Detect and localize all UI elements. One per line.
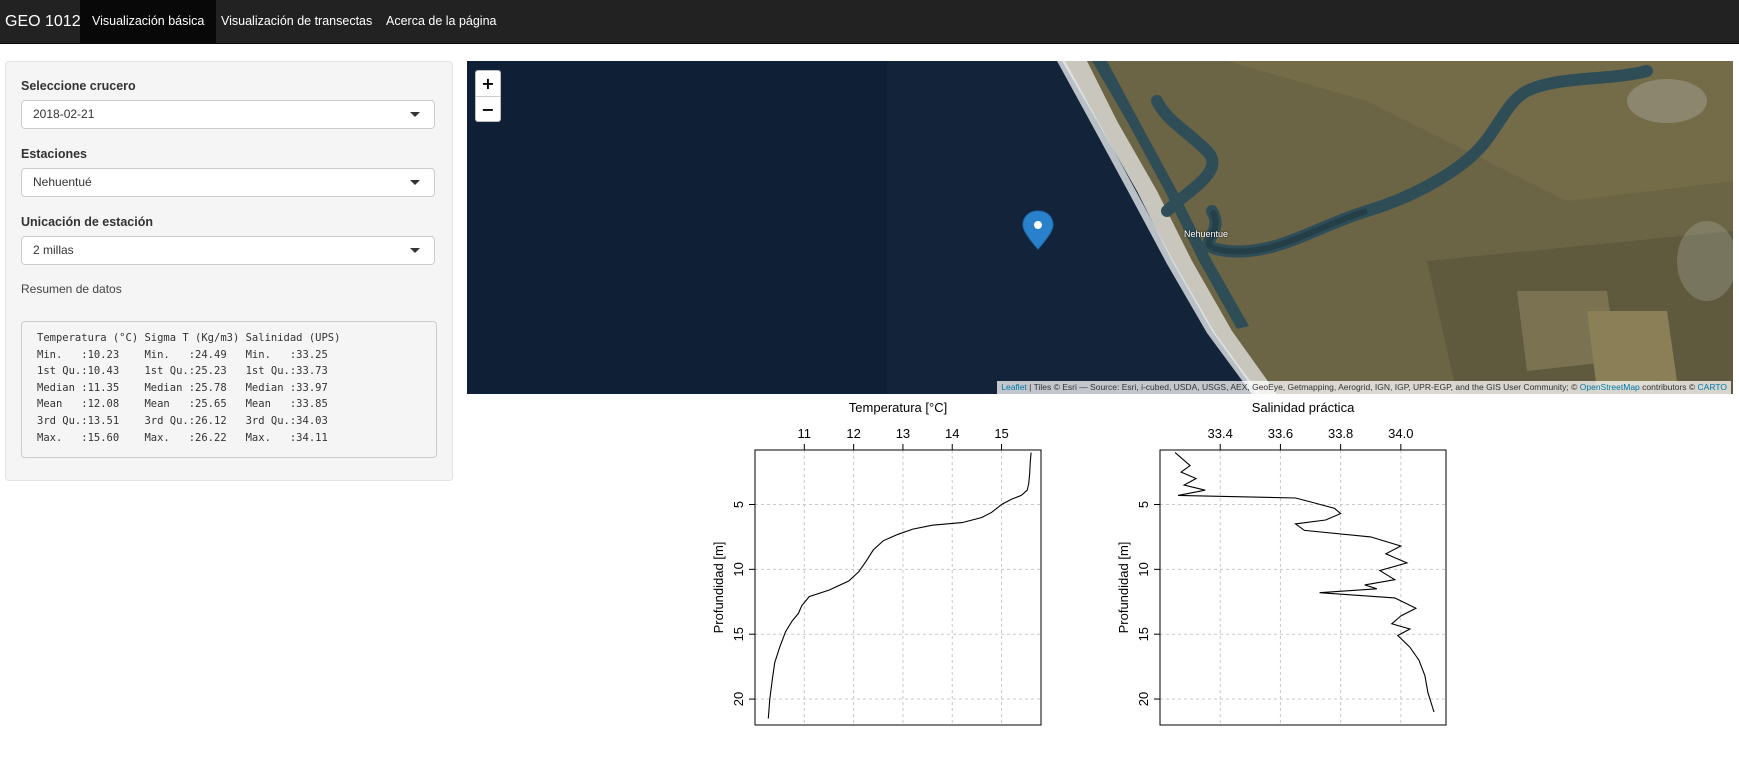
x-tick-label: 12 [846, 426, 860, 441]
tab-visualizacion-transectas[interactable]: Visualización de transectas [209, 0, 384, 43]
y-axis-label: Profundidad [m] [1116, 542, 1131, 634]
chevron-down-icon [410, 248, 420, 253]
attribution-osm-link[interactable]: OpenStreetMap [1580, 382, 1640, 392]
tab-acerca[interactable]: Acerca de la página [374, 0, 509, 43]
x-tick-label: 11 [798, 426, 812, 441]
temperature-profile-chart: Temperatura [°C] 11 12 13 14 15 5 10 15 20 Profund… [711, 400, 1042, 726]
summary-line: Max. :15.60 Max. :26.22 Max. :34.11 [37, 431, 328, 444]
summary-line: Temperatura (°C) Sigma T (Kg/m3) Salinid… [37, 332, 341, 344]
map-attribution: Leaflet | Tiles © Esri — Source: Esri, i… [997, 381, 1731, 394]
x-tick-label: 33.6 [1268, 426, 1293, 441]
plot-frame [1159, 449, 1447, 726]
x-tick-label: 33.4 [1208, 426, 1233, 441]
series-line [1174, 452, 1435, 713]
map[interactable]: Nehuentue [467, 61, 1733, 394]
summary-line: Median :11.35 Median :25.78 Median :33.9… [37, 381, 328, 394]
summary-line: Mean :12.08 Mean :25.65 Mean :33.85 [37, 398, 328, 411]
y-tick-label: 5 [731, 501, 746, 508]
plot-frame [754, 449, 1042, 726]
zoom-in-button[interactable]: + [476, 71, 500, 97]
y-tick-label: 15 [731, 627, 746, 641]
location-select[interactable]: 2 millas [21, 236, 435, 265]
attribution-contrib-text: contributors © [1639, 382, 1698, 392]
chart-title: Salinidad práctica [1252, 400, 1355, 415]
chart-title: Temperatura [°C] [849, 400, 947, 415]
location-select-value: 2 millas [33, 243, 74, 257]
chevron-down-icon [410, 112, 420, 117]
navbar: GEO 1012 Visualización básica Visualizac… [0, 0, 1739, 44]
navbar-brand[interactable]: GEO 1012 [5, 0, 81, 43]
x-tick-label: 34.0 [1388, 426, 1413, 441]
attribution-leaflet-link[interactable]: Leaflet [1001, 382, 1027, 392]
x-tick-label: 13 [896, 426, 910, 441]
map-place-label: Nehuentue [1184, 229, 1229, 239]
zoom-out-button[interactable]: − [476, 97, 500, 122]
stations-select[interactable]: Nehuentué [21, 168, 435, 197]
satellite-map-imagery [467, 61, 1733, 394]
attribution-text: | Tiles © Esri — Source: Esri, i-cubed, … [1026, 382, 1580, 392]
y-tick-label: 15 [1136, 627, 1151, 641]
x-tick-label: 14 [945, 426, 959, 441]
summary-label: Resumen de datos [21, 282, 122, 296]
y-tick-label: 5 [1136, 501, 1151, 508]
cruise-select-value: 2018-02-21 [33, 107, 95, 121]
series-line [767, 452, 1032, 719]
salinity-profile-chart: Salinidad práctica 33.4 33.6 33.8 34.0 5 10 15 2… [1116, 400, 1447, 726]
y-tick-label: 20 [1136, 692, 1151, 706]
cruise-label: Seleccione crucero [21, 79, 136, 93]
stations-label: Estaciones [21, 147, 88, 161]
summary-line: 3rd Qu.:13.51 3rd Qu.:26.12 3rd Qu.:34.0… [37, 414, 328, 427]
y-tick-label: 10 [1136, 562, 1151, 576]
location-label: Unicación de estación [21, 215, 153, 229]
summary-output: Temperatura (°C) Sigma T (Kg/m3) Salinid… [21, 321, 437, 458]
x-tick-label: 15 [994, 426, 1008, 441]
stations-select-value: Nehuentué [33, 175, 92, 189]
y-axis-label: Profundidad [m] [711, 542, 726, 634]
cruise-select[interactable]: 2018-02-21 [21, 100, 435, 129]
sidebar-panel: Seleccione crucero 2018-02-21 Estaciones… [5, 61, 453, 481]
summary-line: Min. :10.23 Min. :24.49 Min. :33.25 [37, 348, 328, 361]
chevron-down-icon [410, 180, 420, 185]
attribution-carto-link[interactable]: CARTO [1698, 382, 1727, 392]
y-tick-label: 20 [731, 692, 746, 706]
tab-visualizacion-basica[interactable]: Visualización básica [80, 0, 217, 43]
summary-line: 1st Qu.:10.43 1st Qu.:25.23 1st Qu.:33.7… [37, 365, 328, 378]
zoom-control: + − [475, 70, 501, 122]
y-tick-label: 10 [731, 562, 746, 576]
x-tick-label: 33.8 [1328, 426, 1353, 441]
